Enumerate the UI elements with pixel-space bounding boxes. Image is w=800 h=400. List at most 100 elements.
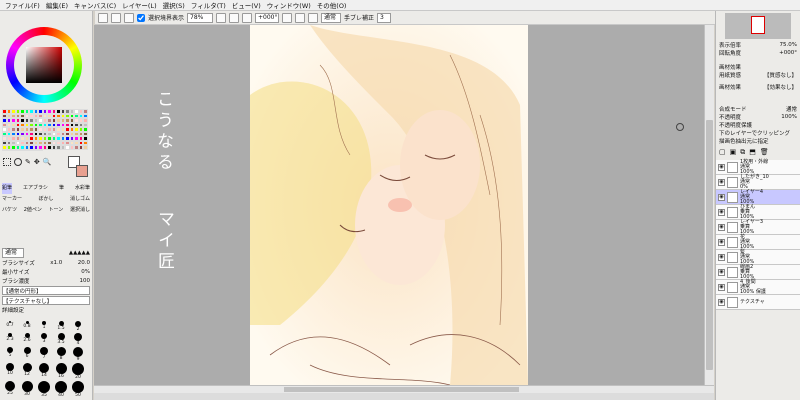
tool-row2-1[interactable]: ぼかし	[38, 194, 53, 205]
copy-layer-icon[interactable]: ⧉	[740, 148, 745, 157]
protect-checkbox-row[interactable]: 不透明度保護	[716, 121, 800, 129]
brush-shape-select[interactable]: 【通常の円形】	[2, 286, 90, 295]
color-swatches[interactable]	[2, 109, 90, 151]
layer-row[interactable]: ◉ レイヤー4 通常 100%	[716, 189, 800, 205]
brush-size-preset[interactable]: 16	[53, 363, 69, 380]
brush-size-preset[interactable]: 0.8	[19, 321, 35, 332]
visibility-eye-icon[interactable]: ◉	[718, 193, 725, 201]
specify-checkbox-row[interactable]: 描画色抽出元に指定	[716, 137, 800, 145]
tool-row1-3[interactable]: 水彩筆	[75, 183, 90, 194]
brush-size-preset[interactable]: 14	[36, 363, 52, 380]
menu-item[interactable]: 選択(S)	[160, 0, 188, 10]
menu-item[interactable]: レイヤー(L)	[119, 0, 160, 10]
menu-item[interactable]: キャンバス(C)	[71, 0, 119, 10]
brush-size-preset[interactable]: 35	[36, 381, 52, 398]
rotation-select[interactable]: +000°	[255, 12, 280, 23]
merge-layer-icon[interactable]: ⬒	[749, 148, 756, 157]
canvas-area[interactable]: こうなる マイ匠	[94, 25, 704, 385]
vertical-scrollbar[interactable]	[704, 25, 714, 385]
menu-item[interactable]: 編集(E)	[43, 0, 71, 10]
zoom-select[interactable]: 78%	[187, 12, 214, 23]
visibility-eye-icon[interactable]: ◉	[718, 163, 725, 171]
flip-button[interactable]	[308, 12, 319, 23]
brush-size-preset[interactable]: 10	[2, 363, 18, 380]
brush-size-preset[interactable]: 20	[70, 363, 86, 380]
saturation-value-square[interactable]	[26, 47, 62, 83]
clip-checkbox-row[interactable]: 下のレイヤーでクリッピング	[716, 129, 800, 137]
visibility-eye-icon[interactable]: ◉	[718, 178, 725, 186]
visibility-eye-icon[interactable]: ◉	[718, 238, 725, 246]
magic-wand-icon[interactable]: ✎	[25, 158, 31, 168]
tool-row3-0[interactable]: バケツ	[2, 205, 17, 216]
deselect-button[interactable]	[98, 12, 108, 23]
rotate-right-button[interactable]	[295, 12, 306, 23]
brush-tip-icons[interactable]: ▲▲▲▲▲	[69, 250, 90, 256]
min-size-value[interactable]: 0%	[81, 269, 90, 275]
brush-size-preset[interactable]: 25	[2, 381, 18, 398]
brush-size-preset[interactable]: 2.3	[2, 333, 18, 346]
texture-select[interactable]: 【質感なし】	[764, 71, 797, 79]
tool-row2-2[interactable]: 消しゴム	[70, 194, 90, 205]
nav-angle-value[interactable]: +000°	[779, 50, 797, 56]
brush-size-preset[interactable]: 2.6	[19, 333, 35, 346]
brush-blend-select[interactable]: 通常	[2, 248, 24, 258]
detail-settings[interactable]: 詳細設定	[2, 306, 90, 315]
menu-item[interactable]: フィルタ(T)	[188, 0, 229, 10]
brush-size-preset[interactable]: 30	[19, 381, 35, 398]
visibility-eye-icon[interactable]: ◉	[718, 268, 725, 276]
tool-row3-3[interactable]: 選択消し	[70, 205, 90, 216]
visibility-eye-icon[interactable]: ◉	[718, 253, 725, 261]
brush-size-preset[interactable]: 1	[36, 321, 52, 332]
tool-row3-2[interactable]: トーン	[49, 205, 64, 216]
layer-row[interactable]: ◉ テクスチャ	[716, 295, 800, 310]
color-swatch[interactable]	[83, 145, 88, 150]
delete-layer-icon[interactable]: 🗑	[760, 148, 769, 157]
effect-select[interactable]: 【効果なし】	[764, 83, 797, 91]
crop-button[interactable]	[124, 12, 134, 23]
layer-row[interactable]: ◉ レイヤー3 乗算 100%	[716, 219, 800, 235]
rotate-left-button[interactable]	[282, 12, 293, 23]
tool-row2-0[interactable]: マーカー	[2, 194, 22, 205]
menu-item[interactable]: ビュー(V)	[229, 0, 264, 10]
move-icon[interactable]: ✥	[34, 158, 40, 168]
select-tool-icon[interactable]	[3, 158, 11, 166]
lasso-icon[interactable]	[14, 158, 22, 166]
visibility-eye-icon[interactable]: ◉	[718, 283, 725, 291]
brush-size-preset[interactable]: 12	[19, 363, 35, 380]
background-color[interactable]	[76, 165, 88, 177]
zoom-in-button[interactable]	[216, 12, 227, 23]
layer-row[interactable]: ◉ したがき_10 通常 0%	[716, 174, 800, 190]
horizontal-scrollbar-thumb[interactable]	[284, 387, 519, 392]
selection-display-checkbox[interactable]	[137, 13, 145, 22]
brush-size-preset[interactable]: 2	[70, 321, 86, 332]
zoom-reset-button[interactable]	[242, 12, 253, 23]
layer-blend-select[interactable]: 通常	[786, 105, 797, 113]
tool-row1-1[interactable]: エアブラシ	[23, 183, 48, 194]
tool-row1-0[interactable]: 鉛筆	[2, 183, 13, 194]
brush-size-preset[interactable]: 5	[2, 347, 18, 362]
menu-item[interactable]: ファイル(F)	[2, 0, 43, 10]
visibility-eye-icon[interactable]: ◉	[718, 298, 725, 306]
blend-mode-select[interactable]: 通常	[321, 12, 342, 23]
visibility-eye-icon[interactable]: ◉	[718, 208, 725, 216]
brush-size-preset[interactable]: 6	[19, 347, 35, 362]
brush-texture-select[interactable]: 【テクスチャなし】	[2, 296, 90, 305]
brush-size-preset[interactable]: 50	[70, 381, 86, 398]
menu-item[interactable]: その他(O)	[314, 0, 350, 10]
artwork-paper[interactable]	[250, 25, 528, 385]
density-value[interactable]: 100	[80, 278, 91, 284]
brush-size-preset[interactable]: 40	[53, 381, 69, 398]
nav-zoom-value[interactable]: 75.0%	[780, 42, 797, 48]
brush-size-preset[interactable]: 3.5	[53, 333, 69, 346]
zoom-out-button[interactable]	[229, 12, 240, 23]
menu-item[interactable]: ウィンドウ(W)	[264, 0, 314, 10]
brush-size-preset[interactable]: 1.5	[53, 321, 69, 332]
new-folder-icon[interactable]: ▣	[730, 148, 737, 157]
tool-row3-1[interactable]: 2値ペン	[24, 205, 42, 216]
navigator-view-rect[interactable]	[751, 16, 765, 34]
color-swatch[interactable]	[38, 149, 43, 151]
new-layer-icon[interactable]: ▢	[719, 148, 726, 157]
select-all-button[interactable]	[111, 12, 121, 23]
brush-size-preset[interactable]: 7	[36, 347, 52, 362]
layer-row[interactable]: ◉ 花通常 100%	[716, 234, 800, 250]
